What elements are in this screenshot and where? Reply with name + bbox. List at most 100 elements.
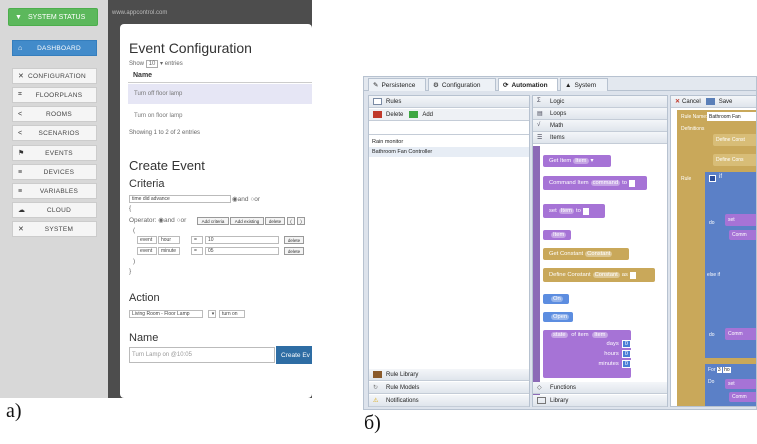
and-label: and: [237, 196, 249, 203]
cancel-button[interactable]: Cancel: [682, 99, 701, 105]
add-rule-button[interactable]: Add: [422, 112, 433, 118]
rule-models-item[interactable]: ↻ Rule Models: [369, 382, 529, 394]
set-block[interactable]: set: [725, 379, 756, 389]
create-event-button[interactable]: Create Ev: [276, 346, 312, 364]
item-block[interactable]: Item: [543, 230, 571, 240]
sidebar-item-cloud[interactable]: ☁ CLOUD: [12, 202, 97, 218]
rule-name-input[interactable]: Bathroom Fan: [707, 112, 756, 121]
notifications-item[interactable]: ⚠ Notifications: [369, 395, 529, 407]
sidebar-item-label: EVENTS: [45, 149, 73, 157]
tab-label: Automation: [511, 81, 548, 89]
delete-button[interactable]: delete: [265, 217, 285, 225]
set-item-block[interactable]: set Item to: [543, 204, 605, 218]
criteria-unit-select[interactable]: hour: [158, 236, 180, 244]
chevron-down-icon[interactable]: ▾: [208, 310, 216, 318]
criteria-select[interactable]: time did advance: [129, 195, 231, 203]
on-block[interactable]: On: [543, 294, 569, 304]
table-row[interactable]: Turn on floor lamp: [128, 106, 312, 126]
open-block[interactable]: Open: [543, 312, 573, 322]
command-dropdown[interactable]: command: [590, 180, 621, 186]
criteria-delete-button[interactable]: delete: [284, 236, 304, 244]
hours-input[interactable]: 0: [621, 350, 631, 358]
minutes-input[interactable]: 0: [621, 360, 631, 368]
loops-icon: ▤: [537, 111, 543, 117]
command-block[interactable]: Comm: [725, 328, 756, 340]
sidebar-item-rooms[interactable]: < ROOMS: [12, 106, 97, 122]
criteria-field-select[interactable]: event: [137, 247, 157, 255]
criteria-value-input[interactable]: 10: [205, 236, 279, 244]
hours-dropdown[interactable]: ho: [723, 367, 731, 373]
tab-automation[interactable]: ⟳ Automation: [498, 78, 558, 91]
show-entries: Show 10 ▾ entries: [129, 60, 183, 68]
palette-math[interactable]: √ Math: [533, 120, 667, 132]
criteria-delete-button[interactable]: delete: [284, 247, 304, 255]
command-item-block[interactable]: Command Item command to: [543, 176, 647, 190]
get-item-block[interactable]: Get Item Item ▾: [543, 155, 611, 167]
sidebar-item-variables[interactable]: ≡ VARIABLES: [12, 183, 97, 199]
criteria-operator-select[interactable]: =: [191, 247, 203, 255]
sidebar-item-dashboard[interactable]: ⌂ DASHBOARD: [12, 40, 97, 56]
palette-library[interactable]: Library: [533, 395, 667, 407]
tab-system[interactable]: ▲ System: [560, 78, 608, 91]
state-dropdown[interactable]: state: [551, 332, 568, 338]
and-or-radio[interactable]: ◉and ○or: [232, 195, 260, 203]
days-input[interactable]: 0: [621, 340, 631, 348]
palette-loops[interactable]: ▤ Loops: [533, 108, 667, 120]
criteria-operator-select[interactable]: =: [191, 236, 203, 244]
define-constant-block[interactable]: Define Constant Constant as: [543, 268, 655, 282]
command-block[interactable]: Comm: [729, 230, 756, 240]
command-block[interactable]: Comm: [729, 392, 756, 402]
sidebar-item-system[interactable]: ✕ SYSTEM: [12, 221, 97, 237]
sidebar-item-devices[interactable]: ≡ DEVICES: [12, 164, 97, 180]
tab-configuration[interactable]: ⚙ Configuration: [428, 78, 496, 91]
action-device-select[interactable]: Living Room - Floor Lamp: [129, 310, 203, 318]
for-input[interactable]: 3: [716, 367, 722, 373]
sidebar-item-scenarios[interactable]: < SCENARIOS: [12, 125, 97, 141]
define-constant-block[interactable]: Define Const: [713, 134, 756, 146]
add-existing-button[interactable]: Add existing: [230, 217, 264, 225]
entries-select[interactable]: 10: [145, 60, 159, 68]
save-button[interactable]: Save: [719, 99, 733, 105]
and-label[interactable]: and: [164, 217, 175, 224]
item-dropdown[interactable]: Item: [551, 232, 567, 238]
sidebar-item-events[interactable]: ⚑ EVENTS: [12, 145, 97, 161]
operator-label: Operator:: [129, 217, 157, 224]
add-criteria-button[interactable]: Add criteria: [197, 217, 229, 225]
event-name-input[interactable]: Turn Lamp on @10:05: [129, 347, 275, 363]
table-row[interactable]: Turn off floor lamp: [128, 84, 312, 104]
on-dropdown[interactable]: On: [551, 296, 563, 302]
sidebar-item-configuration[interactable]: ✕ CONFIGURATION: [12, 68, 97, 84]
sidebar-item-floorplans[interactable]: ⌗ FLOORPLANS: [12, 87, 97, 103]
palette-functions[interactable]: ◇ Functions: [533, 382, 667, 394]
delete-rule-button[interactable]: Delete: [386, 112, 403, 118]
gear-icon[interactable]: [709, 175, 716, 182]
library-icon: [373, 371, 382, 378]
days-label: days: [606, 341, 619, 347]
open-bracket-button[interactable]: (: [287, 217, 295, 225]
define-constant-block[interactable]: Define Cons: [713, 154, 756, 166]
state-of-item-block[interactable]: state of item Item days 0 hours 0 minutes 0: [543, 330, 631, 378]
palette-items[interactable]: ☰ Items: [533, 132, 667, 144]
tab-persistence[interactable]: ✎ Persistence: [368, 78, 426, 91]
system-status-button[interactable]: ▼ SYSTEM STATUS: [8, 8, 98, 26]
criteria-field-select[interactable]: event: [137, 236, 157, 244]
rule-library-item[interactable]: Rule Library: [369, 369, 529, 381]
close-bracket-button[interactable]: ): [297, 217, 305, 225]
rule-list-item[interactable]: Bathroom Fan Controller: [369, 147, 529, 157]
tab-label: Configuration: [441, 81, 481, 89]
get-constant-block[interactable]: Get Constant Constant: [543, 248, 629, 260]
palette-logic[interactable]: Σ Logic: [533, 96, 667, 108]
item-dropdown[interactable]: Item: [558, 208, 575, 214]
item-dropdown[interactable]: Item: [573, 158, 589, 164]
table-header-name[interactable]: Name: [133, 72, 152, 79]
criteria-value-input[interactable]: 05: [205, 247, 279, 255]
or-label[interactable]: or: [181, 217, 187, 224]
constant-dropdown[interactable]: Constant: [585, 251, 613, 257]
action-command-select[interactable]: turn on: [219, 310, 245, 318]
rule-list-item[interactable]: Rain monitor: [369, 137, 529, 147]
item-dropdown[interactable]: Item: [592, 332, 608, 338]
open-dropdown[interactable]: Open: [551, 314, 570, 320]
criteria-unit-select[interactable]: minute: [158, 247, 180, 255]
set-block[interactable]: set: [725, 214, 756, 226]
constant-dropdown[interactable]: Constant: [592, 272, 620, 278]
